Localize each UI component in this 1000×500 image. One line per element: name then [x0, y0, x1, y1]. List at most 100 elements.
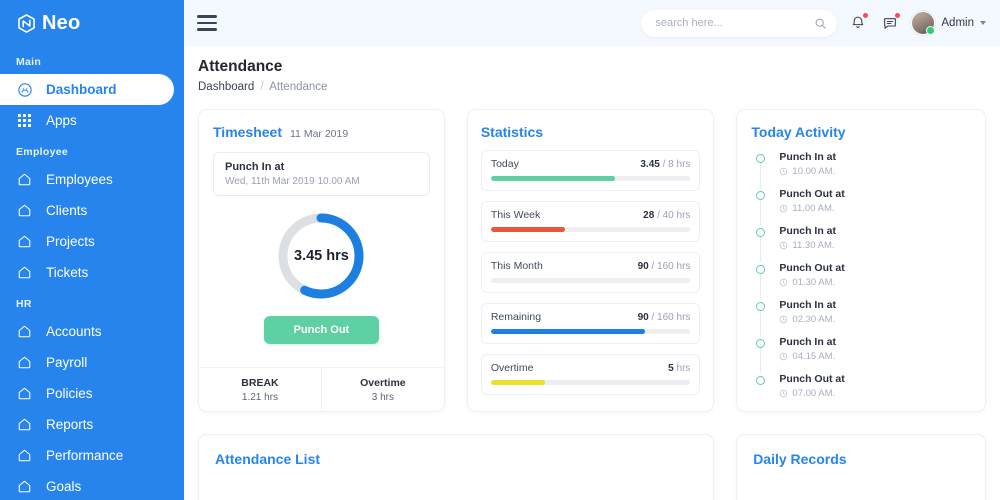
sidebar-item-policies[interactable]: Policies	[0, 378, 184, 409]
sidebar-item-label: Projects	[46, 233, 95, 249]
sidebar-item-performance[interactable]: Performance	[0, 440, 184, 471]
sidebar-section-employee: Employee	[16, 146, 69, 158]
breadcrumb: Dashboard / Attendance	[198, 81, 986, 93]
timeline-dot-icon	[756, 339, 766, 348]
stat-fill	[490, 329, 645, 334]
clock-icon	[780, 389, 788, 398]
stat-value-current: 90	[637, 261, 649, 272]
stat-row: Remaining 90 / 160 hrs	[480, 303, 701, 344]
breadcrumb-parent[interactable]: Dashboard	[198, 81, 254, 93]
punch-out-button[interactable]: Punch Out	[263, 316, 380, 344]
stat-value-current: 90	[637, 312, 649, 323]
cards-row-bottom: Attendance List Daily Records	[198, 434, 986, 500]
stat-name: Remaining	[490, 311, 542, 323]
clock-icon	[780, 278, 788, 287]
sidebar-item-label: Clients	[46, 202, 88, 218]
stat-value-current: 5	[668, 363, 674, 374]
sidebar-item-goals[interactable]: Goals	[0, 471, 184, 500]
activity-time-row: 07.00 AM.	[779, 388, 844, 399]
punch-in-time: Wed, 11th Mar 2019 10.00 AM	[225, 176, 360, 187]
breadcrumb-current: Attendance	[269, 81, 328, 93]
home-icon	[16, 478, 33, 495]
timeline-marker	[755, 336, 766, 373]
timeline-dot-icon	[756, 228, 766, 237]
stat-fill	[490, 227, 565, 232]
activity-text: Punch In at 02.30 AM.	[779, 299, 836, 325]
search-box[interactable]	[641, 9, 838, 37]
sidebar-item-accounts[interactable]: Accounts	[0, 316, 184, 347]
activity-text: Punch In at 11.30 AM.	[779, 225, 836, 251]
stat-track	[490, 329, 691, 334]
activity-text: Punch In at 04.15 AM.	[779, 336, 836, 362]
break-stat: BREAK 1.21 hrs	[199, 368, 321, 411]
activity-time: 11.00 AM.	[792, 203, 835, 214]
list-item: Punch Out at 11.00 AM.	[755, 188, 971, 225]
notifications-button[interactable]	[847, 12, 869, 34]
stat-fill	[490, 380, 545, 385]
attendance-list-title: Attendance List	[215, 451, 321, 467]
today-activity-card: Today Activity Punch In at 10.00 AM. Pun…	[736, 109, 986, 412]
chevron-down-icon[interactable]	[980, 21, 986, 25]
break-value: 1.21 hrs	[241, 391, 279, 403]
stat-value-current: 3.45	[640, 159, 660, 170]
stat-value: 3.45 / 8 hrs	[640, 159, 690, 170]
timesheet-body: Timesheet 11 Mar 2019 Punch In at Wed, 1…	[199, 110, 444, 367]
stat-row-head: This Week 28 / 40 hrs	[491, 209, 691, 221]
activity-time-row: 01.30 AM.	[779, 277, 844, 288]
sidebar: Neo Main Dashboard Apps Employee Employe…	[0, 0, 184, 500]
stat-track	[490, 278, 691, 283]
activity-time: 02.30 AM.	[792, 314, 836, 325]
overtime-label: Overtime	[360, 376, 406, 389]
stat-value-total: / 160 hrs	[651, 312, 691, 323]
sidebar-item-dashboard[interactable]: Dashboard	[0, 74, 174, 105]
stat-value: 90 / 160 hrs	[638, 312, 691, 323]
activity-text: Punch Out at 07.00 AM.	[779, 373, 844, 399]
stat-name: Today	[490, 158, 519, 170]
statistics-card: Statistics Today 3.45 / 8 hrs This Week …	[466, 109, 715, 412]
sidebar-item-reports[interactable]: Reports	[0, 409, 184, 440]
search-input[interactable]	[655, 17, 815, 29]
sidebar-item-label: Goals	[46, 478, 82, 494]
timeline-marker	[755, 188, 766, 225]
sidebar-item-payroll[interactable]: Payroll	[0, 347, 184, 378]
clock-icon	[780, 204, 788, 213]
hamburger-icon[interactable]	[194, 10, 220, 36]
sidebar-item-tickets[interactable]: Tickets	[0, 257, 184, 288]
page-title: Attendance	[198, 58, 283, 75]
sidebar-item-clients[interactable]: Clients	[0, 195, 184, 226]
activity-time: 10.00 AM.	[792, 166, 836, 177]
home-icon	[16, 171, 33, 188]
activity-timeline: Punch In at 10.00 AM. Punch Out at 11.00…	[751, 151, 971, 401]
search-icon[interactable]	[814, 17, 827, 30]
stat-fill	[490, 176, 615, 181]
neo-logo-icon	[16, 13, 37, 34]
home-icon	[16, 385, 33, 402]
sidebar-item-label: Performance	[46, 447, 124, 463]
sidebar-item-label: Reports	[46, 416, 94, 432]
daily-records-title: Daily Records	[753, 451, 847, 467]
activity-time-row: 11.30 AM.	[779, 240, 836, 251]
activity-label: Punch Out at	[779, 373, 845, 385]
home-icon	[16, 447, 33, 464]
overtime-value: 3 hrs	[371, 391, 394, 403]
sidebar-item-apps[interactable]: Apps	[0, 105, 184, 136]
timeline-dot-icon	[756, 265, 766, 274]
apps-grid-icon	[16, 112, 33, 129]
list-item: Punch In at 04.15 AM.	[755, 336, 971, 373]
hours-donut-chart: 3.45 hrs	[275, 210, 367, 302]
sidebar-item-label: Accounts	[46, 323, 102, 339]
list-item: Punch In at 02.30 AM.	[755, 299, 971, 336]
timesheet-date: 11 Mar 2019	[290, 128, 349, 140]
sidebar-item-projects[interactable]: Projects	[0, 226, 184, 257]
timeline-marker	[755, 299, 766, 336]
stat-row: Today 3.45 / 8 hrs	[480, 150, 701, 191]
messages-button[interactable]	[879, 12, 901, 34]
timesheet-header: Timesheet 11 Mar 2019	[213, 124, 430, 140]
sidebar-item-employees[interactable]: Employees	[0, 164, 184, 195]
message-badge	[895, 13, 901, 18]
activity-time: 11.30 AM.	[792, 240, 835, 251]
timeline-dot-icon	[756, 154, 766, 163]
user-menu[interactable]: Admin	[911, 11, 986, 35]
activity-label: Punch In at	[779, 299, 837, 311]
brand-logo[interactable]: Neo	[0, 0, 184, 46]
